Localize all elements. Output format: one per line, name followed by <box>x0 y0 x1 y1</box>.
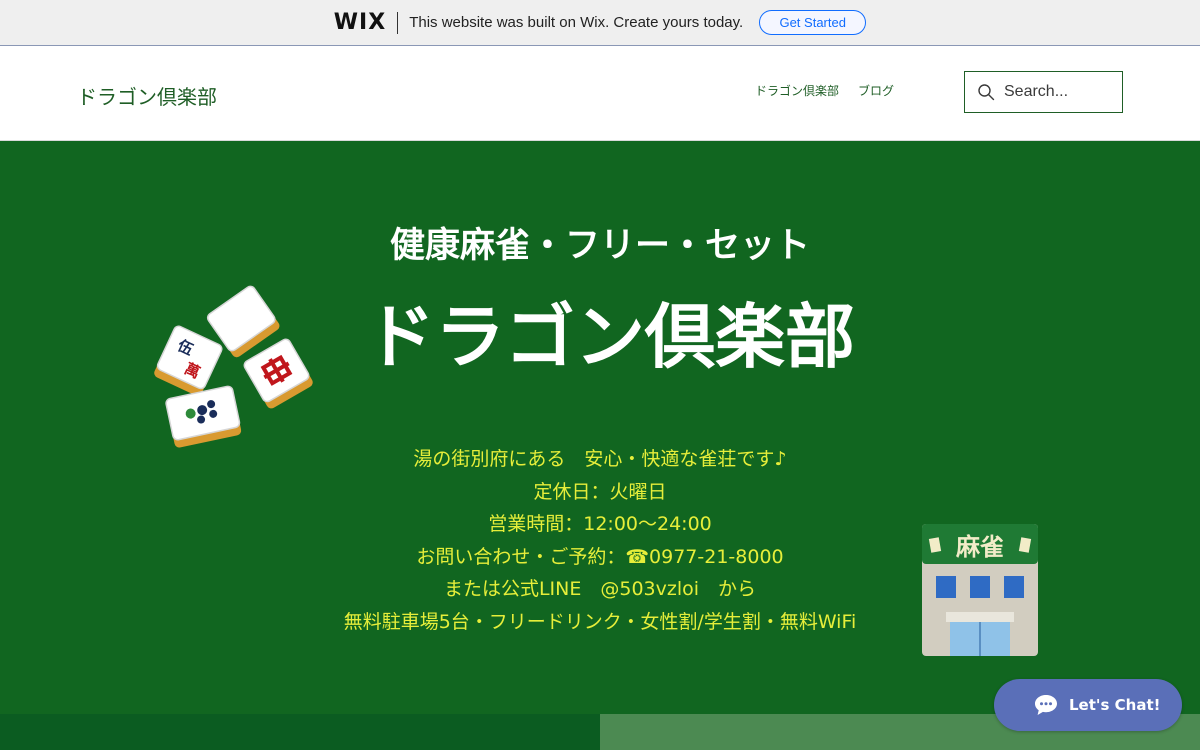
search-box[interactable] <box>964 71 1123 113</box>
nav-item-blog[interactable]: ブログ <box>858 82 894 99</box>
shop-info: 湯の街別府にある 安心・快適な雀荘です♪ 定休日：火曜日 営業時間：12:00〜… <box>300 443 900 638</box>
info-amenities: 無料駐車場5台・フリードリンク・女性割/学生割・無料WiFi <box>343 610 857 633</box>
hero-subtitle: 健康麻雀・フリー・セット <box>389 226 810 266</box>
bottom-section-left <box>0 714 600 750</box>
main-nav: ドラゴン倶楽部 ブログ <box>755 82 894 99</box>
svg-text:麻雀: 麻雀 <box>955 533 1004 561</box>
search-icon <box>978 84 995 101</box>
site-header: ドラゴン倶楽部 ドラゴン倶楽部 ブログ <box>0 47 1200 141</box>
wix-banner-message: This website was built on Wix. Create yo… <box>409 14 744 31</box>
info-intro: 湯の街別府にある 安心・快適な雀荘です♪ <box>413 448 787 470</box>
info-hours: 営業時間：12:00〜24:00 <box>488 513 712 535</box>
chat-label: Let's Chat! <box>1069 696 1161 714</box>
info-line-id: または公式LINE @503vzloi から <box>443 578 757 600</box>
site-title[interactable]: ドラゴン倶楽部 <box>77 81 217 110</box>
wix-promo-banner: WIX This website was built on Wix. Creat… <box>0 0 1200 46</box>
info-closed-day: 定休日：火曜日 <box>533 480 667 503</box>
chat-bubble-icon <box>1035 695 1057 715</box>
search-input[interactable] <box>1004 83 1114 101</box>
hero-section: 健康麻雀・フリー・セット ドラゴン倶楽部 伍 萬 湯の街別府にある 安心・快適な… <box>0 141 1200 714</box>
wix-logo[interactable]: WIX <box>334 10 386 35</box>
chat-button[interactable]: Let's Chat! <box>994 679 1182 731</box>
mahjong-tiles-illustration: 伍 萬 <box>154 285 313 448</box>
hero-title: ドラゴン倶楽部 <box>365 296 855 378</box>
banner-divider <box>397 11 399 34</box>
mahjong-parlor-building-illustration: 麻雀 <box>922 524 1038 656</box>
nav-item-home[interactable]: ドラゴン倶楽部 <box>755 82 839 99</box>
info-phone: お問い合わせ・ご予約：☎0977-21-8000 <box>416 545 784 568</box>
get-started-button[interactable]: Get Started <box>759 10 867 35</box>
